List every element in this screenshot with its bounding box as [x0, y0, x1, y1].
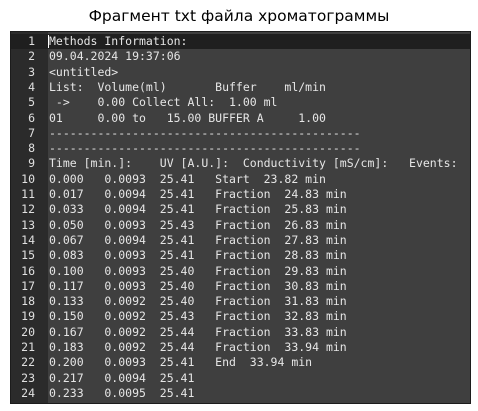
- line-number: 22: [21, 355, 35, 370]
- line-text: 0.033 0.0094 25.41 Fraction 25.83 min: [49, 202, 347, 217]
- editor-line[interactable]: 2 09.04.2024 19:37:06: [11, 49, 470, 64]
- editor-line[interactable]: 23 0.217 0.0094 25.41: [11, 371, 470, 386]
- text-editor[interactable]: 1 Methods Information: 2 09.04.2024 19:37:0…: [10, 31, 471, 404]
- line-text: 0.050 0.0093 25.43 Fraction 26.83 min: [49, 217, 347, 232]
- line-number: 15: [21, 248, 35, 263]
- line-number: 20: [21, 324, 35, 339]
- line-text: ----------------------------------------…: [49, 125, 361, 140]
- line-text: 09.04.2024 19:37:06: [49, 49, 181, 64]
- editor-line[interactable]: 4 List: Volume(ml) Buffer ml/min: [11, 80, 470, 95]
- line-text: 0.100 0.0093 25.40 Fraction 29.83 min: [49, 263, 347, 278]
- line-number: 4: [28, 79, 35, 94]
- line-text: List: Volume(ml) Buffer ml/min: [49, 79, 326, 94]
- line-number: 10: [21, 171, 35, 186]
- editor-line[interactable]: 22 0.200 0.0093 25.41 End 33.94 min: [11, 355, 470, 370]
- editor-line[interactable]: 13 0.050 0.0093 25.43 Fraction 26.83 min: [11, 218, 470, 233]
- line-number: 18: [21, 294, 35, 309]
- line-number: 23: [21, 370, 35, 385]
- line-number: 11: [21, 187, 35, 201]
- line-number: 5: [28, 95, 35, 110]
- editor-line[interactable]: 15 0.083 0.0093 25.41 Fraction 28.83 min: [11, 248, 470, 263]
- line-number: 6: [28, 110, 35, 125]
- editor-line[interactable]: 19 0.150 0.0092 25.43 Fraction 32.83 min: [11, 309, 470, 324]
- editor-line[interactable]: 1 Methods Information:: [11, 34, 470, 50]
- line-number: 1: [28, 34, 35, 48]
- line-number: 16: [21, 263, 35, 278]
- editor-line[interactable]: 6 01 0.00 to 15.00 BUFFER A 1.00: [11, 111, 470, 126]
- line-text: ----------------------------------------…: [49, 141, 361, 156]
- line-number: 12: [21, 202, 35, 217]
- line-text: 0.083 0.0093 25.41 Fraction 28.83 min: [49, 248, 347, 263]
- line-text: 0.200 0.0093 25.41 End 33.94 min: [49, 355, 313, 370]
- editor-line[interactable]: 10 0.000 0.0093 25.41 Start 23.82 min: [11, 172, 470, 187]
- line-text: 0.217 0.0094 25.41: [49, 370, 195, 385]
- editor-line[interactable]: 24 0.233 0.0095 25.41: [11, 386, 470, 401]
- line-number: 13: [21, 217, 35, 232]
- line-number: 3: [28, 64, 35, 79]
- line-number: 8: [28, 141, 35, 156]
- editor-line[interactable]: 16 0.100 0.0093 25.40 Fraction 29.83 min: [11, 264, 470, 279]
- line-number: 9: [28, 156, 35, 171]
- line-text: Methods Information:: [49, 34, 188, 48]
- line-number: 2: [28, 49, 35, 64]
- figure-title: Фрагмент txt файла хроматограммы: [88, 7, 390, 25]
- editor-line[interactable]: 12 0.033 0.0094 25.41 Fraction 25.83 min: [11, 202, 470, 217]
- editor-line[interactable]: 17 0.117 0.0093 25.40 Fraction 30.83 min: [11, 279, 470, 294]
- line-text: 0.233 0.0095 25.41: [49, 385, 195, 400]
- editor-line[interactable]: 14 0.067 0.0094 25.41 Fraction 27.83 min: [11, 233, 470, 248]
- line-text: Time [min.]: UV [A.U.]: Conductivity [mS…: [49, 156, 458, 171]
- line-text: 01 0.00 to 15.00 BUFFER A 1.00: [49, 110, 326, 125]
- line-text: 0.183 0.0092 25.44 Fraction 33.94 min: [49, 340, 347, 354]
- editor-line[interactable]: 11 0.017 0.0094 25.41 Fraction 24.83 min: [11, 187, 470, 202]
- line-text: 0.117 0.0093 25.40 Fraction 30.83 min: [49, 278, 347, 293]
- line-text: 0.150 0.0092 25.43 Fraction 32.83 min: [49, 309, 347, 324]
- line-text: <untitled>: [49, 64, 119, 79]
- line-text: 0.017 0.0094 25.41 Fraction 24.83 min: [49, 187, 347, 201]
- line-number: 7: [28, 125, 35, 140]
- line-number: 21: [21, 340, 35, 354]
- editor-line[interactable]: 18 0.133 0.0092 25.40 Fraction 31.83 min: [11, 294, 470, 309]
- editor-line[interactable]: 5 -> 0.00 Collect All: 1.00 ml: [11, 95, 470, 110]
- line-text: 0.000 0.0093 25.41 Start 23.82 min: [49, 171, 326, 186]
- line-number: 24: [21, 385, 35, 400]
- editor-line[interactable]: 3 <untitled>: [11, 65, 470, 80]
- editor-line[interactable]: 21 0.183 0.0092 25.44 Fraction 33.94 min: [11, 340, 470, 355]
- editor-line[interactable]: 20 0.167 0.0092 25.44 Fraction 33.83 min: [11, 325, 470, 340]
- line-text: 0.167 0.0092 25.44 Fraction 33.83 min: [49, 324, 347, 339]
- editor-line[interactable]: 8 ---------------------------------------…: [11, 141, 470, 156]
- line-text: -> 0.00 Collect All: 1.00 ml: [49, 95, 278, 110]
- editor-line[interactable]: 9 Time [min.]: UV [A.U.]: Conductivity [m…: [11, 156, 470, 171]
- editor-line[interactable]: 7 ---------------------------------------…: [11, 126, 470, 141]
- line-number: 14: [21, 232, 35, 247]
- line-number: 17: [21, 278, 35, 293]
- line-text: 0.133 0.0092 25.40 Fraction 31.83 min: [49, 294, 347, 309]
- line-text: 0.067 0.0094 25.41 Fraction 27.83 min: [49, 232, 347, 247]
- line-number: 19: [21, 309, 35, 324]
